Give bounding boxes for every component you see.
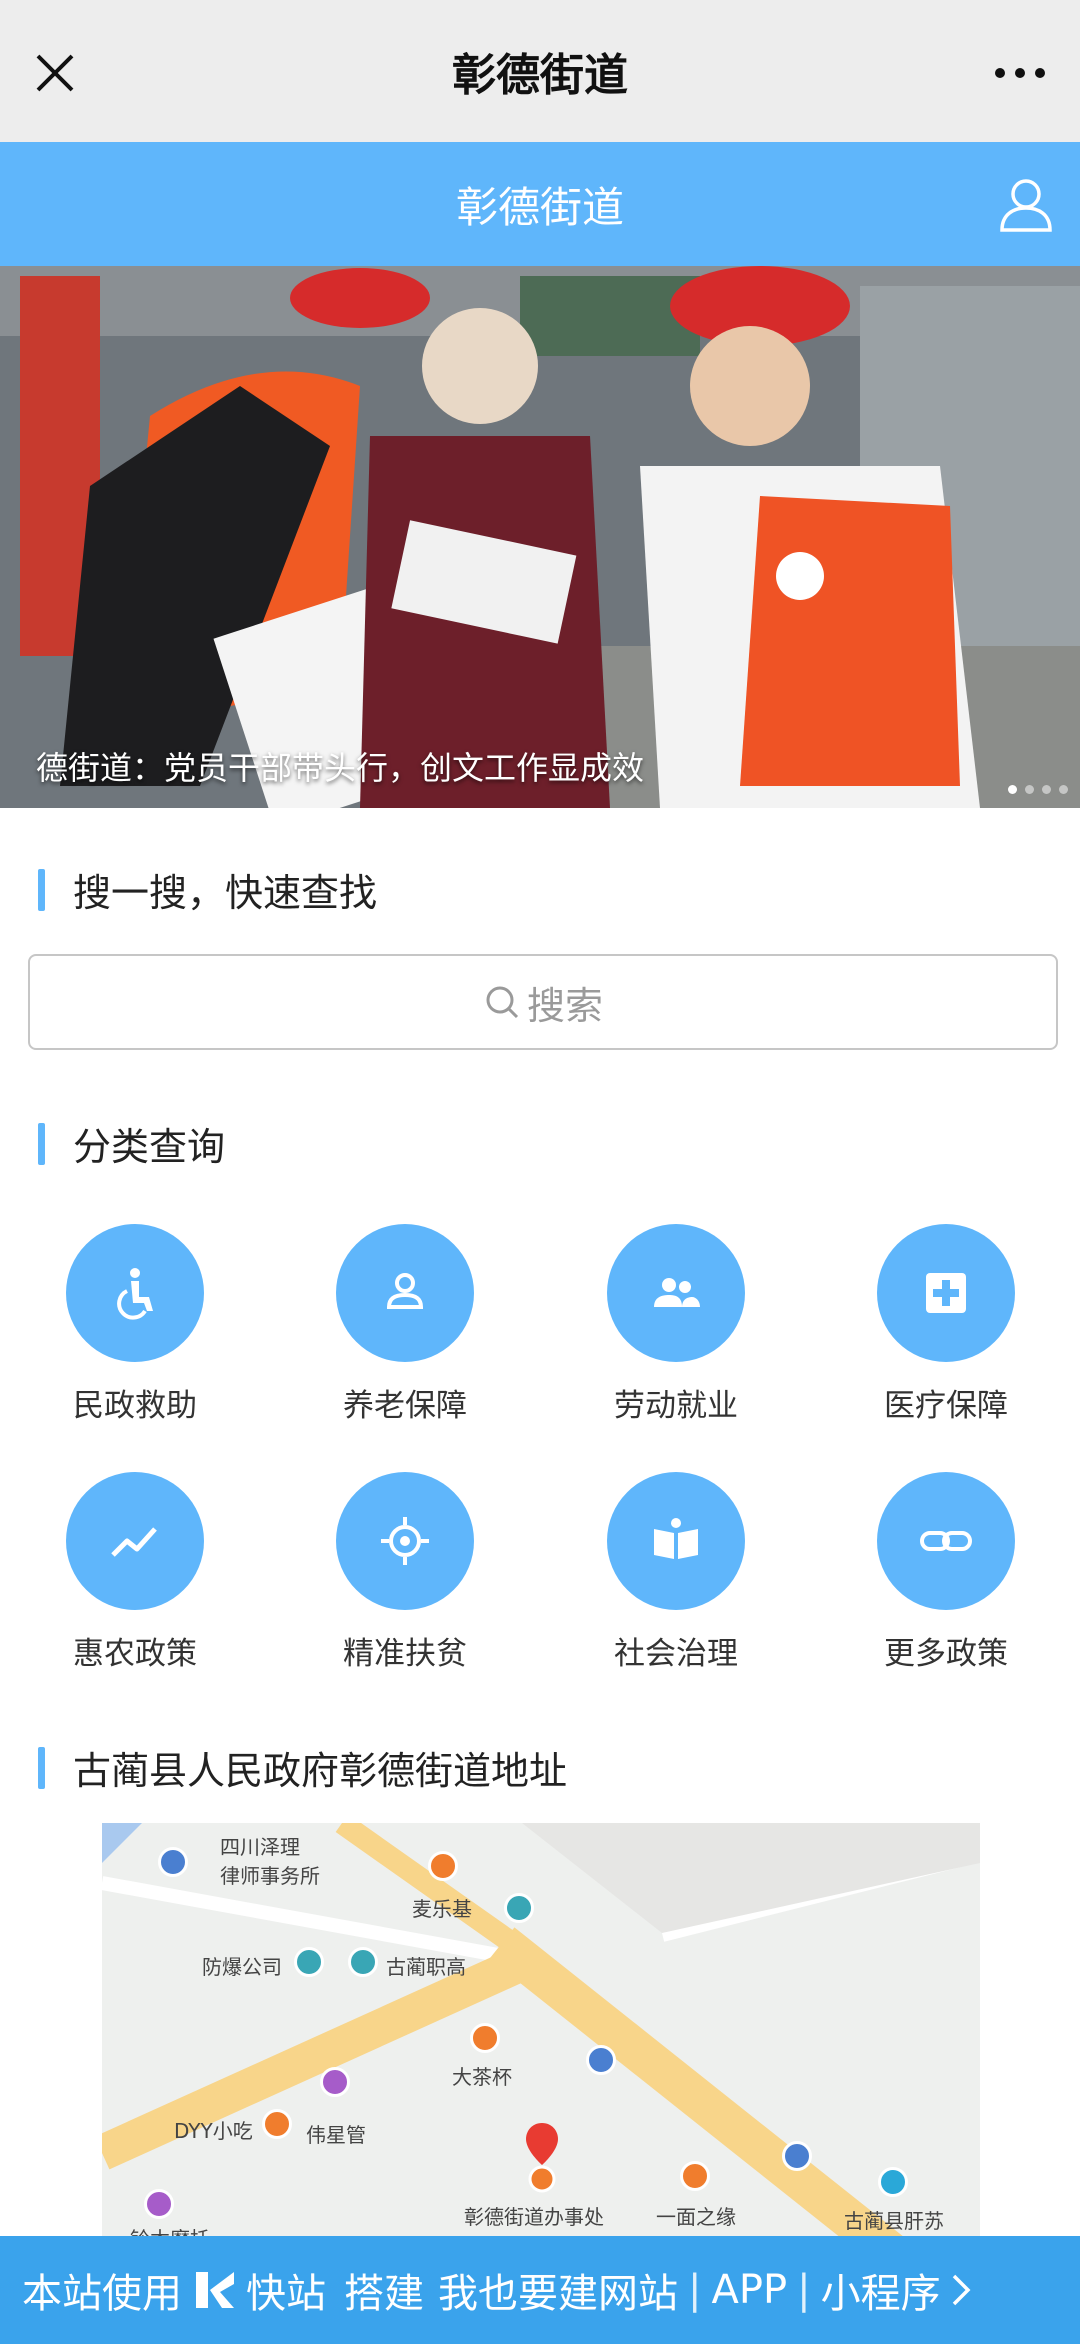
map-poi: 一面之缘 (656, 2205, 736, 2229)
site-header: 彰德街道 (0, 142, 1080, 266)
category-poverty[interactable]: 精准扶贫 (305, 1472, 505, 1673)
category-employment[interactable]: 劳动就业 (576, 1224, 776, 1425)
footer-mini: 小程序 (820, 2271, 941, 2317)
user-icon[interactable] (996, 174, 1056, 234)
chevron-right-icon (952, 2274, 971, 2306)
footer-brand: 快站 (246, 2271, 326, 2317)
category-section-title: 分类查询 (38, 1116, 225, 1171)
map-poi: 伟星管 (306, 2123, 366, 2147)
trend-icon (111, 1527, 157, 1557)
category-elderly[interactable]: 养老保障 (305, 1224, 505, 1425)
category-agriculture[interactable]: 惠农政策 (35, 1472, 235, 1673)
map-pin[interactable] (782, 2141, 812, 2171)
map-poi: DYY小吃 (174, 2119, 253, 2143)
more-icon[interactable] (990, 58, 1050, 88)
location-marker-icon (526, 2123, 558, 2193)
footer-banner[interactable]: 本站使用 快站 搭建 我也要建网站 | APP | 小程序 (0, 2236, 1080, 2344)
nav-title: 彰德街道 (452, 50, 628, 101)
search-placeholder: 搜索 (526, 983, 603, 1028)
footer-text1: 搭建 (344, 2271, 424, 2317)
map-pin[interactable] (320, 2067, 350, 2097)
footer-prefix: 本站使用 (22, 2271, 182, 2317)
search-section-title: 搜一搜，快速查找 (38, 862, 377, 917)
map-poi: 古蔺县肝苏 (844, 2209, 944, 2233)
map-pin[interactable] (470, 2023, 500, 2053)
map-pin[interactable] (158, 1847, 188, 1877)
category-more[interactable]: 更多政策 (846, 1472, 1046, 1673)
close-icon[interactable] (30, 48, 80, 98)
map-pin[interactable] (878, 2167, 908, 2197)
person-icon (386, 1273, 424, 1309)
map-poi: 古蔺职高 (386, 1955, 466, 1979)
footer-app: APP (711, 2267, 788, 2313)
map-poi: 麦乐基 (412, 1897, 472, 1921)
map-poi: 四川泽理 律师事务所 (220, 1835, 320, 1888)
map-pin[interactable] (428, 1851, 458, 1881)
map-pin[interactable] (586, 2045, 616, 2075)
map-pin[interactable] (504, 1893, 534, 1923)
site-title: 彰德街道 (455, 182, 624, 232)
map-poi: 大茶杯 (452, 2065, 512, 2089)
kuaizhan-logo-icon (196, 2272, 234, 2308)
map-pin[interactable] (144, 2189, 174, 2219)
map-pin[interactable] (294, 1947, 324, 1977)
nav-bar: 彰德街道 (0, 0, 1080, 142)
map-pin[interactable] (680, 2161, 710, 2191)
category-civil-aid[interactable]: 民政救助 (35, 1224, 235, 1425)
category-medical[interactable]: 医疗保障 (846, 1224, 1046, 1425)
wheelchair-icon (117, 1268, 153, 1320)
banner-photo (0, 266, 1080, 808)
map-poi: 彰德街道办事处 (464, 2205, 604, 2229)
footer-separator: | (688, 2267, 702, 2313)
banner-caption: 德街道：党员干部带头行，创文工作显成效 (36, 749, 645, 787)
map-pin[interactable] (262, 2109, 292, 2139)
book-icon (654, 1518, 698, 1559)
target-icon (381, 1517, 429, 1565)
address-section-title: 古蔺县人民政府彰德街道地址 (38, 1740, 567, 1795)
footer-text2: 我也要建网站 (438, 2271, 678, 2317)
link-icon (920, 1531, 972, 1551)
map-poi: 防爆公司 (202, 1955, 282, 1979)
people-icon (654, 1278, 700, 1307)
search-icon (486, 986, 519, 1019)
footer-separator: | (797, 2267, 811, 2313)
map-pin[interactable] (348, 1947, 378, 1977)
search-input[interactable]: 搜索 (28, 954, 1058, 1050)
medical-cross-icon (926, 1273, 966, 1313)
banner-carousel[interactable]: 德街道：党员干部带头行，创文工作显成效 (0, 266, 1080, 808)
carousel-dots (1008, 785, 1068, 794)
category-governance[interactable]: 社会治理 (576, 1472, 776, 1673)
